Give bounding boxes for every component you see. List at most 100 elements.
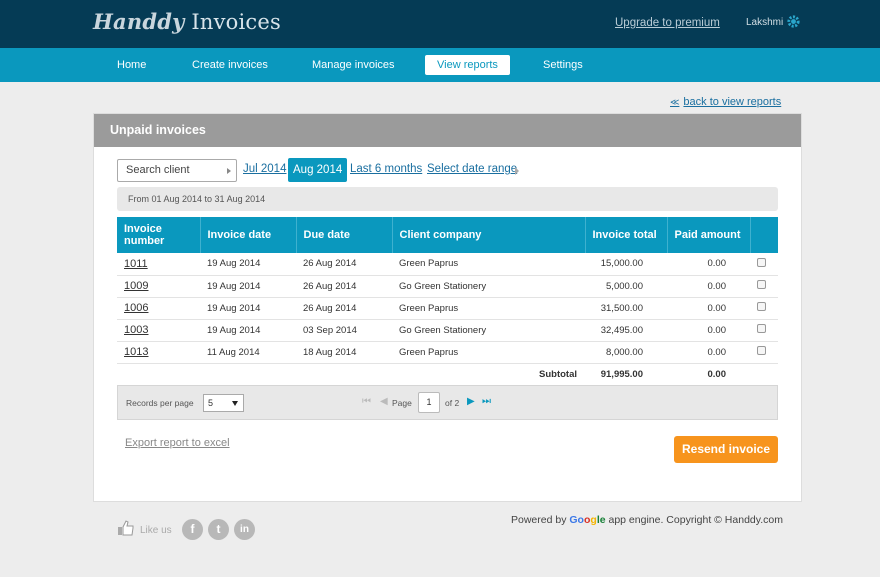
copyright-text: Powered by Google app engine. Copyright …	[511, 514, 783, 526]
period-aug-2014[interactable]: Aug 2014	[288, 158, 348, 182]
user-name[interactable]: Lakshmi	[746, 17, 783, 28]
thumbs-up-icon	[118, 520, 134, 536]
col-paid-amount[interactable]: Paid amount	[667, 217, 751, 253]
period-last-6-months[interactable]: Last 6 months	[350, 163, 422, 175]
back-link-label: back to view reports	[683, 96, 782, 108]
due-date: 03 Sep 2014	[296, 319, 392, 342]
chevron-down-icon	[232, 401, 238, 406]
invoice-table: Invoice number Invoice date Due date Cli…	[117, 217, 778, 420]
col-client-company[interactable]: Client company	[392, 217, 586, 253]
table-row: 1003 19 Aug 2014 03 Sep 2014 Go Green St…	[117, 319, 778, 342]
period-select-date-range[interactable]: Select date range	[427, 163, 517, 175]
search-client-dropdown[interactable]: Search client	[117, 159, 237, 182]
col-due-date[interactable]: Due date	[296, 217, 393, 253]
invoice-number-link[interactable]: 1013	[117, 341, 200, 364]
subtotal-label: Subtotal	[539, 368, 577, 380]
date-range-text: From 01 Aug 2014 to 31 Aug 2014	[117, 187, 778, 211]
client-company: Green Paprus	[392, 297, 585, 320]
client-company: Go Green Stationery	[392, 275, 585, 298]
col-invoice-date[interactable]: Invoice date	[200, 217, 297, 253]
page-label: Page	[392, 398, 412, 408]
table-row: 1006 19 Aug 2014 26 Aug 2014 Green Papru…	[117, 297, 778, 320]
google-logo-part: Go	[569, 514, 584, 526]
paid-amount: 0.00	[667, 341, 750, 364]
linkedin-icon[interactable]: in	[234, 519, 255, 540]
nav-view-reports[interactable]: View reports	[425, 55, 510, 75]
nav-settings[interactable]: Settings	[531, 55, 595, 75]
row-checkbox[interactable]	[757, 302, 766, 311]
double-left-arrow-icon: ≪	[670, 97, 680, 107]
col-invoice-number-line1: Invoice	[124, 223, 162, 235]
records-per-page-label: Records per page	[126, 398, 194, 408]
col-select	[750, 217, 778, 253]
invoice-total: 15,000.00	[585, 253, 667, 276]
page-number-input[interactable]: 1	[418, 392, 440, 413]
nav-home[interactable]: Home	[105, 55, 158, 75]
invoice-date: 19 Aug 2014	[200, 275, 296, 298]
first-page-icon[interactable]: ⏮	[362, 396, 371, 407]
paid-amount: 0.00	[667, 253, 750, 276]
last-page-icon[interactable]: ⏭	[482, 396, 491, 407]
invoice-number-link[interactable]: 1011	[117, 253, 200, 276]
paid-amount: 0.00	[667, 297, 750, 320]
paid-amount: 0.00	[667, 319, 750, 342]
pager-bar: Records per page 5 ⏮ ◀ Page 1 of 2 ▶ ⏭	[117, 385, 778, 420]
logo-text: Invoices	[191, 10, 281, 34]
records-per-page-select[interactable]: 5	[203, 394, 244, 412]
export-excel-link[interactable]: Export report to excel	[125, 437, 230, 449]
due-date: 26 Aug 2014	[296, 275, 392, 298]
date-range-arrow-icon[interactable]	[515, 167, 519, 175]
prev-page-icon[interactable]: ◀	[380, 396, 388, 407]
page-of-label: of 2	[445, 398, 460, 408]
nav-manage-invoices[interactable]: Manage invoices	[300, 55, 407, 75]
facebook-icon[interactable]: f	[182, 519, 203, 540]
invoice-number-link[interactable]: 1009	[117, 275, 200, 298]
logo-script: Handdy	[93, 9, 185, 34]
row-checkbox[interactable]	[757, 346, 766, 355]
row-checkbox-cell	[750, 319, 778, 342]
copyright-suffix: app engine. Copyright © Handdy.com	[608, 514, 783, 526]
col-invoice-total[interactable]: Invoice total	[585, 217, 668, 253]
invoice-date: 19 Aug 2014	[200, 297, 296, 320]
client-company: Go Green Stationery	[392, 319, 585, 342]
period-jul-2014[interactable]: Jul 2014	[243, 163, 286, 175]
top-header: Handdy Invoices Upgrade to premium Laksh…	[0, 0, 880, 48]
table-header-row: Invoice number Invoice date Due date Cli…	[117, 217, 778, 253]
back-link[interactable]: ≪ back to view reports	[670, 96, 781, 108]
invoice-total: 8,000.00	[585, 341, 667, 364]
google-logo-part: le	[596, 514, 606, 526]
search-client-label: Search client	[126, 164, 190, 176]
row-checkbox-cell	[750, 275, 778, 298]
row-checkbox-cell	[750, 297, 778, 320]
invoice-total: 5,000.00	[585, 275, 667, 298]
subtotal-paid: 0.00	[707, 368, 727, 380]
like-us-label: Like us	[140, 525, 172, 536]
table-row: 1011 19 Aug 2014 26 Aug 2014 Green Papru…	[117, 253, 778, 276]
subtotal-row: Subtotal 91,995.00 0.00	[117, 363, 778, 385]
twitter-icon[interactable]: t	[208, 519, 229, 540]
row-checkbox[interactable]	[757, 280, 766, 289]
invoice-number-link[interactable]: 1003	[117, 319, 200, 342]
powered-by-label: Powered by	[511, 514, 567, 526]
logo[interactable]: Handdy Invoices	[93, 9, 281, 34]
row-checkbox[interactable]	[757, 324, 766, 333]
invoice-date: 19 Aug 2014	[200, 253, 296, 276]
records-per-page-value: 5	[208, 398, 214, 408]
col-invoice-number[interactable]: Invoice number	[117, 217, 201, 253]
next-page-icon[interactable]: ▶	[467, 396, 475, 407]
row-checkbox-cell	[750, 341, 778, 364]
client-company: Green Paprus	[392, 253, 585, 276]
due-date: 26 Aug 2014	[296, 253, 392, 276]
paid-amount: 0.00	[667, 275, 750, 298]
report-panel: Unpaid invoices Search client Jul 2014 A…	[93, 113, 802, 502]
panel-title: Unpaid invoices	[94, 114, 801, 147]
upgrade-link[interactable]: Upgrade to premium	[615, 17, 720, 29]
nav-create-invoices[interactable]: Create invoices	[180, 55, 280, 75]
row-checkbox[interactable]	[757, 257, 766, 267]
gear-icon[interactable]	[786, 14, 801, 29]
invoice-number-link[interactable]: 1006	[117, 297, 200, 320]
invoice-total: 31,500.00	[585, 297, 667, 320]
resend-invoice-button[interactable]: Resend invoice	[674, 436, 778, 463]
invoice-date: 11 Aug 2014	[200, 341, 296, 364]
table-row: 1013 11 Aug 2014 18 Aug 2014 Green Papru…	[117, 341, 778, 364]
